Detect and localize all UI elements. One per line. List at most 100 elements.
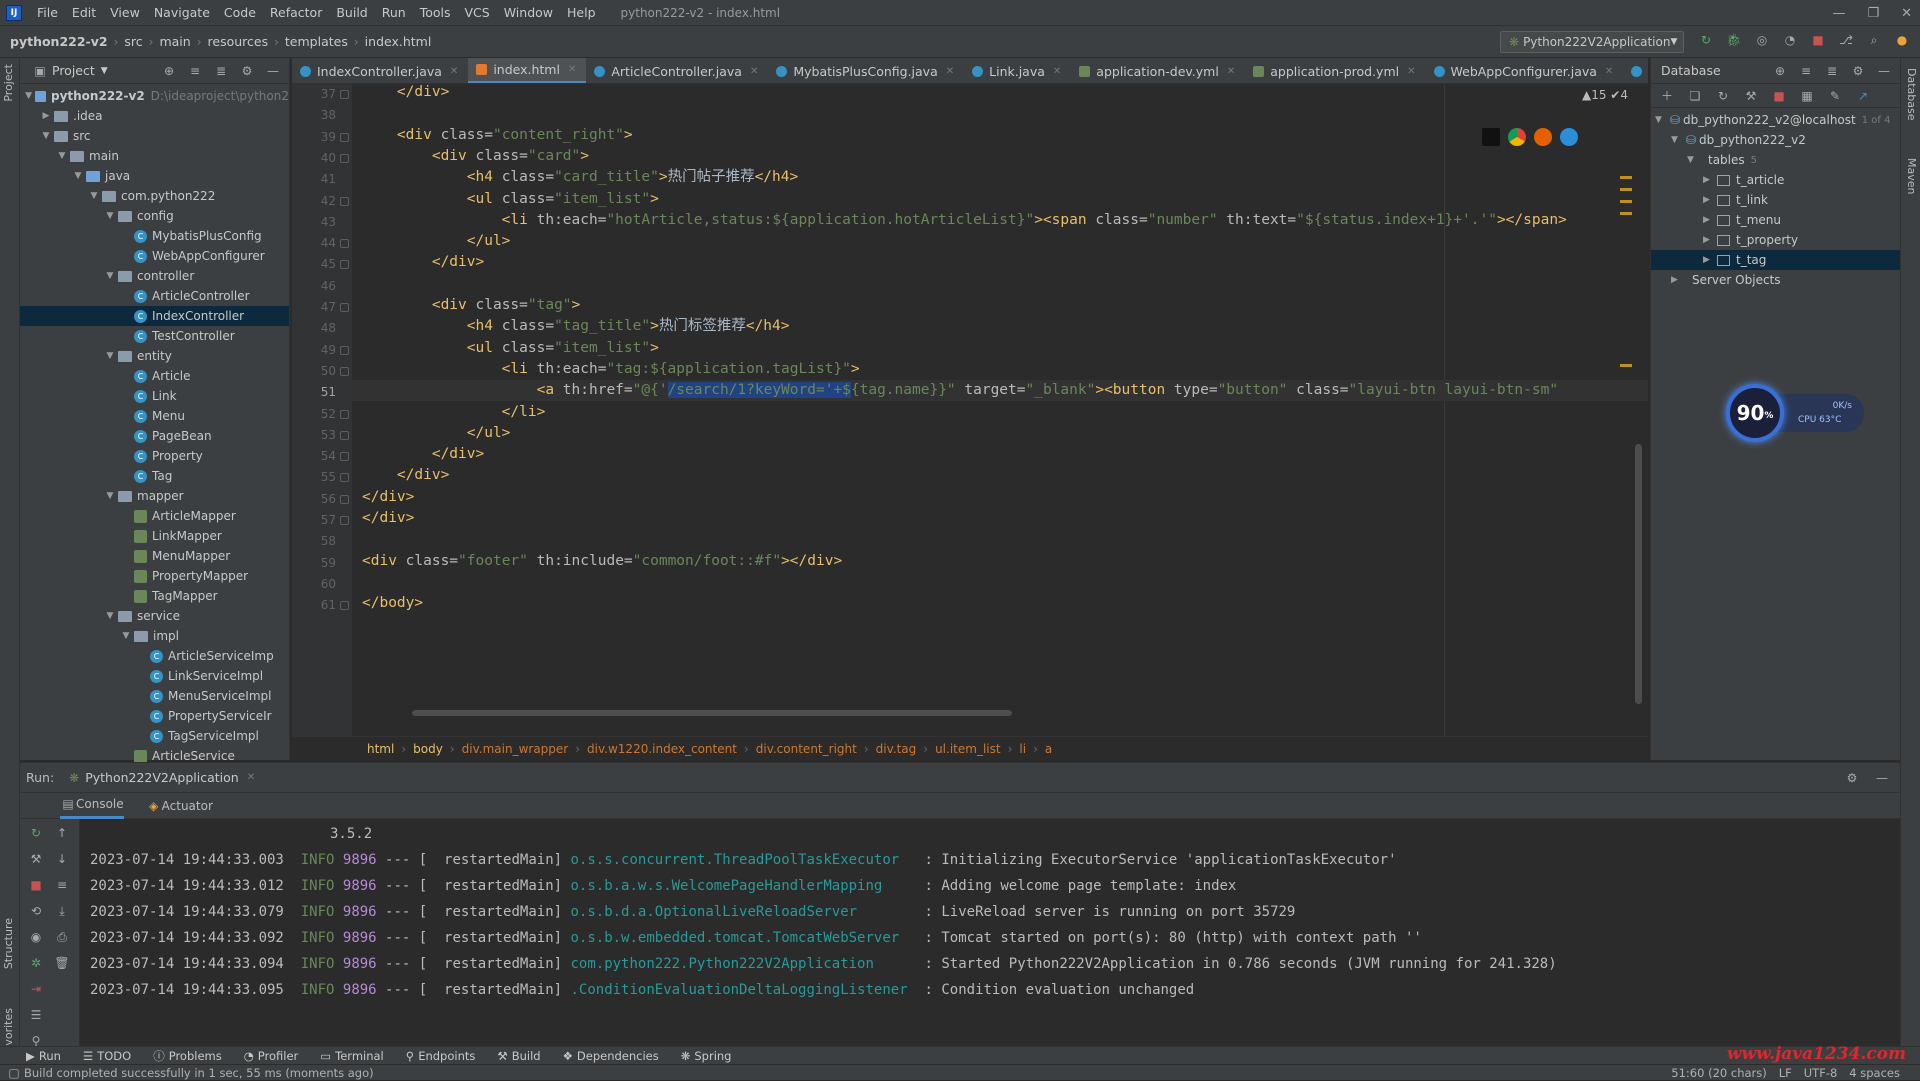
editor-horizontal-scrollbar[interactable] [412, 710, 1012, 716]
gear-icon[interactable]: ⚙ [1850, 63, 1866, 79]
breadcrumb-item[interactable]: resources [208, 34, 269, 49]
error-stripe-mark[interactable] [1620, 212, 1632, 215]
tool-window-todo[interactable]: ☰ TODO [83, 1049, 131, 1063]
camera-icon[interactable]: ◉ [28, 929, 44, 945]
hide-icon[interactable]: — [1876, 63, 1892, 79]
edge-icon[interactable] [1560, 128, 1578, 146]
tree-item[interactable]: ▼ python222-v2 D:\ideaproject\python2 [20, 86, 289, 106]
gear-icon[interactable]: ⚙ [1844, 770, 1860, 786]
close-icon[interactable]: ✕ [1227, 66, 1235, 77]
run-config-select[interactable]: ❋ Python222V2Application ▼ [1500, 31, 1684, 53]
tree-item[interactable]: C Menu [20, 406, 289, 426]
chevron-right-icon[interactable]: ▶ [1703, 235, 1715, 245]
locate-icon[interactable]: ⊕ [1772, 63, 1788, 79]
scroll-up-icon[interactable]: ↑ [54, 825, 70, 841]
code-line[interactable]: </div> [362, 465, 449, 486]
debug-icon[interactable]: 🐞︎ [1726, 32, 1742, 48]
chevron-right-icon[interactable]: ▶ [1703, 215, 1715, 225]
fold-marker-icon[interactable] [340, 196, 349, 206]
db-tree-item[interactable]: ▼ ⛁ db_python222_v2@localhost 1 of 4 [1651, 110, 1900, 130]
editor-breadcrumb-item[interactable]: ul.item_list [935, 742, 1001, 756]
stop-icon[interactable]: ■ [1771, 88, 1787, 104]
inspection-widget[interactable]: ▲15 ✔4 [1582, 88, 1628, 102]
editor-tab[interactable]: ArticleController.java ✕ [586, 58, 768, 83]
tree-item[interactable]: ▼ java [20, 166, 289, 186]
fold-marker-icon[interactable] [340, 430, 349, 440]
tool-window-dependencies[interactable]: ❖ Dependencies [563, 1049, 659, 1063]
tab-actuator[interactable]: ◈ Actuator [146, 798, 213, 814]
chevron-right-icon[interactable]: ▶ [1703, 255, 1715, 265]
tree-item[interactable]: ▶ .idea [20, 106, 289, 126]
chevron-down-icon[interactable]: ▼ [88, 191, 100, 201]
editor-breadcrumb-item[interactable]: div.content_right [756, 742, 857, 756]
rerun-icon[interactable]: ↻ [1698, 32, 1714, 48]
tree-item[interactable]: C MybatisPlusConfig [20, 226, 289, 246]
code-line[interactable]: <a th:href="@{'/search/1?keyWord='+${tag… [352, 380, 1648, 402]
tab-console[interactable]: ▤ Console [60, 793, 124, 819]
rerun-icon[interactable]: ↻ [28, 825, 44, 841]
editor-breadcrumb-item[interactable]: li [1019, 742, 1026, 756]
fold-marker-icon[interactable] [340, 345, 349, 355]
tree-item[interactable]: C IndexController [20, 306, 289, 326]
copy-icon[interactable]: ❏ [1687, 88, 1703, 104]
menu-tools[interactable]: Tools [413, 5, 458, 20]
chevron-down-icon[interactable]: ▼ [104, 491, 116, 501]
close-icon[interactable]: ✕ [450, 66, 458, 77]
tree-item[interactable]: ▼ com.python222 [20, 186, 289, 206]
update-icon[interactable]: ● [1894, 32, 1910, 48]
fold-marker-icon[interactable] [340, 239, 349, 249]
print-icon[interactable]: ⎙ [54, 929, 70, 945]
chevron-down-icon[interactable]: ▼ [104, 611, 116, 621]
tree-item[interactable]: ArticleMapper [20, 506, 289, 526]
editor-tab[interactable]: MybatisPlusConfig.java ✕ [768, 58, 964, 83]
expand-all-icon[interactable]: ≡ [1798, 63, 1814, 79]
menu-view[interactable]: View [103, 5, 147, 20]
trash-icon[interactable]: 🗑︎ [54, 955, 70, 971]
refresh-icon[interactable]: ↻ [1715, 88, 1731, 104]
chrome-icon[interactable] [1508, 128, 1526, 146]
chevron-down-icon[interactable]: ▼ [104, 351, 116, 361]
tree-item[interactable]: C MenuServiceImpl [20, 686, 289, 706]
tree-item[interactable]: TagMapper [20, 586, 289, 606]
editor-tab[interactable]: application-prod.yml ✕ [1245, 58, 1425, 83]
tree-item[interactable]: PropertyMapper [20, 566, 289, 586]
profile-icon[interactable]: ◔ [1782, 32, 1798, 48]
chevron-right-icon[interactable]: ▶ [1703, 175, 1715, 185]
editor-tab[interactable]: IndexController.java ✕ [292, 58, 468, 83]
tree-item[interactable]: C Property [20, 446, 289, 466]
code-line[interactable]: </div> [362, 487, 414, 508]
editor-breadcrumb-item[interactable]: a [1045, 742, 1052, 756]
fold-marker-icon[interactable] [340, 516, 349, 525]
tree-item[interactable]: ▼ service [20, 606, 289, 626]
tree-item[interactable]: C PropertyServiceIr [20, 706, 289, 726]
status-message[interactable]: Build completed successfully in 1 sec, 5… [24, 1066, 374, 1080]
editor-tab[interactable]: WebAppConfigurer.java ✕ [1426, 58, 1624, 83]
chevron-right-icon[interactable]: ▶ [1703, 195, 1715, 205]
tree-item[interactable]: C ArticleController [20, 286, 289, 306]
firefox-icon[interactable] [1534, 128, 1552, 146]
tree-item[interactable]: ▼ mapper [20, 486, 289, 506]
menu-file[interactable]: File [30, 5, 65, 20]
code-line[interactable]: </div> [362, 84, 449, 103]
code-line[interactable]: </div> [362, 252, 484, 273]
code-line[interactable]: </li> [362, 402, 546, 423]
fold-marker-icon[interactable] [340, 153, 349, 163]
code-line[interactable]: <li th:each="hotArticle,status:${applica… [362, 210, 1567, 231]
code-line[interactable]: <h4 class="tag_title">热门标签推荐</h4> [362, 316, 790, 337]
close-icon[interactable]: ✕ [1053, 66, 1061, 77]
tree-item[interactable]: C TagServiceImpl [20, 726, 289, 746]
code-line[interactable]: <h4 class="card_title">热门帖子推荐</h4> [362, 167, 798, 188]
close-icon[interactable]: ✕ [1605, 66, 1613, 77]
fold-marker-icon[interactable] [340, 90, 349, 99]
tool-window-profiler[interactable]: ◔ Profiler [244, 1049, 299, 1063]
code-line[interactable]: <div class="tag"> [362, 295, 580, 316]
database-tool-button[interactable]: Database [1905, 68, 1918, 121]
tool-window-spring[interactable]: ❋ Spring [681, 1049, 732, 1063]
bug-icon[interactable]: ✲ [28, 955, 44, 971]
tree-item[interactable]: ▼ controller [20, 266, 289, 286]
soft-wrap-icon[interactable]: ≡ [54, 877, 70, 893]
code-line[interactable]: <ul class="item_list"> [362, 338, 659, 359]
tree-item[interactable]: C Tag [20, 466, 289, 486]
error-stripe-mark[interactable] [1620, 188, 1632, 191]
chevron-right-icon[interactable]: ▶ [40, 111, 52, 121]
